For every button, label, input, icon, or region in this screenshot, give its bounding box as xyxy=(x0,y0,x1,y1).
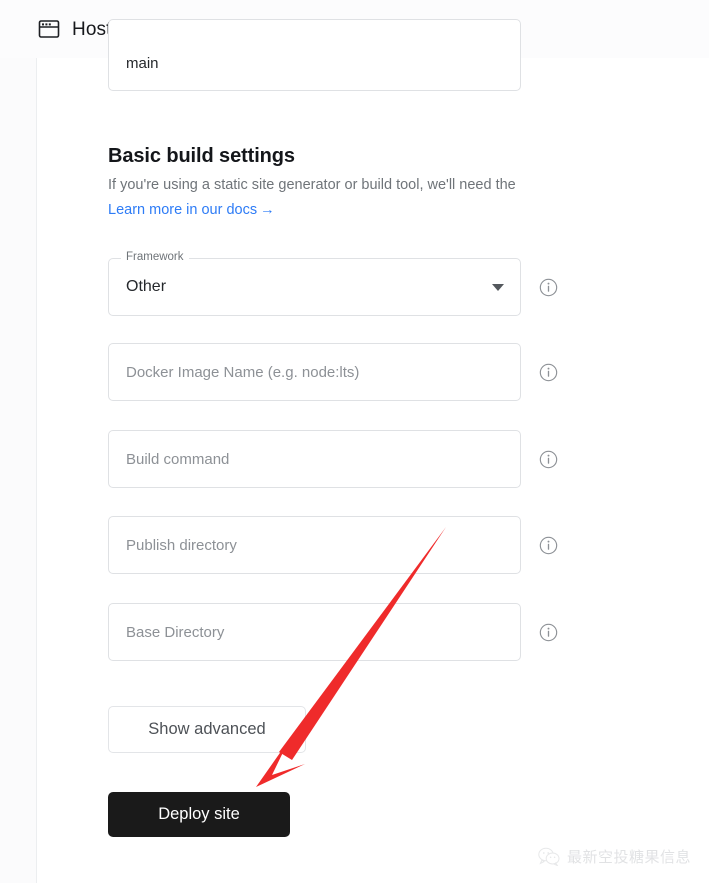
info-icon[interactable] xyxy=(539,363,558,382)
docker-image-name-input[interactable]: Docker Image Name (e.g. node:lts) xyxy=(108,343,521,401)
field-row-publish-directory: Publish directory xyxy=(108,516,578,574)
framework-select[interactable]: Framework Other xyxy=(108,251,521,316)
show-advanced-button[interactable]: Show advanced xyxy=(108,706,306,753)
info-icon[interactable] xyxy=(539,450,558,469)
info-icon[interactable] xyxy=(539,623,558,642)
field-row-docker-image-name: Docker Image Name (e.g. node:lts) xyxy=(108,343,578,401)
info-icon[interactable] xyxy=(539,536,558,555)
publish-directory-placeholder: Publish directory xyxy=(126,536,237,554)
field-row-framework: Framework Other xyxy=(108,251,578,316)
branch-field-value: main xyxy=(126,55,159,72)
chevron-down-icon[interactable] xyxy=(492,284,504,291)
base-directory-placeholder: Base Directory xyxy=(126,623,225,641)
docker-image-name-placeholder: Docker Image Name (e.g. node:lts) xyxy=(126,363,360,381)
framework-label: Framework xyxy=(121,251,189,264)
wechat-icon xyxy=(538,847,560,866)
docs-link-label: Learn more in our docs xyxy=(108,202,258,218)
framework-value: Other xyxy=(126,278,167,295)
watermark-text: 最新空投糖果信息 xyxy=(566,849,691,866)
build-command-input[interactable]: Build command xyxy=(108,430,521,488)
arrow-right-icon: → xyxy=(260,202,275,218)
learn-more-docs-link[interactable]: Learn more in our docs → xyxy=(108,202,275,218)
info-icon[interactable] xyxy=(539,278,558,297)
branch-field[interactable]: main xyxy=(108,19,521,91)
left-rail xyxy=(0,58,37,883)
deploy-site-button[interactable]: Deploy site xyxy=(108,792,290,837)
field-row-build-command: Build command xyxy=(108,430,578,488)
section-description: If you're using a static site generator … xyxy=(108,177,516,193)
browser-window-icon xyxy=(38,20,60,38)
page-body: main Basic build settings If you're usin… xyxy=(0,19,709,883)
publish-directory-input[interactable]: Publish directory xyxy=(108,516,521,574)
section-title: Basic build settings xyxy=(108,145,295,167)
watermark: 最新空投糖果信息 xyxy=(538,846,691,867)
base-directory-input[interactable]: Base Directory xyxy=(108,603,521,661)
build-command-placeholder: Build command xyxy=(126,450,230,468)
field-row-base-directory: Base Directory xyxy=(108,603,578,661)
